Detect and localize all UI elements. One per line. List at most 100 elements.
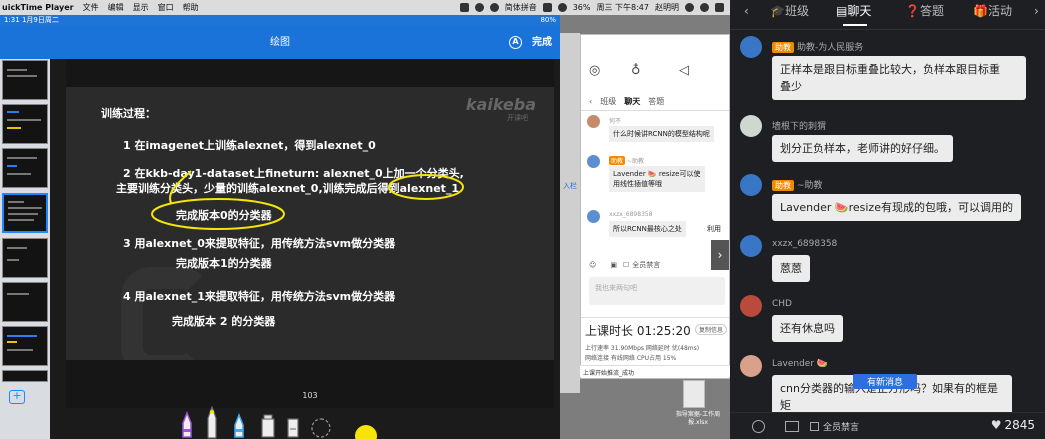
menu-help[interactable]: 帮助 (183, 0, 199, 15)
chat-message-author: xxzx_6898358 (772, 239, 838, 249)
siri-icon[interactable] (700, 3, 709, 12)
menu-window[interactable]: 窗口 (158, 0, 174, 15)
wifi-icon[interactable] (489, 3, 499, 12)
panel-tab-class[interactable]: 班级 (600, 96, 616, 107)
panel-message-author: ~助教 (627, 158, 645, 165)
slide-thumbnail-active[interactable] (2, 193, 48, 233)
panel-tab-chat[interactable]: 聊天 (624, 96, 640, 107)
panel-message-text: 什么时候讲RCNN的模型结构呢 (609, 126, 714, 142)
class-duration: 上课时长 01:25:20 (585, 324, 691, 338)
emoji-icon[interactable] (752, 420, 765, 433)
chat-message-author: 助教-为人民服务 (797, 43, 864, 53)
slide-thumbnail[interactable] (2, 370, 48, 382)
text-tool-button[interactable]: A (509, 36, 522, 49)
chat-input-bar: 全员禁言 ♥ 2845 (730, 412, 1045, 439)
avatar (740, 235, 762, 257)
input-method[interactable]: 简体拼音 (505, 0, 537, 15)
slide-thumbnail[interactable] (2, 326, 48, 366)
tab-activity[interactable]: 🎁活动 (973, 0, 1012, 22)
tab-quiz[interactable]: ❓答题 (905, 0, 944, 22)
bluetooth-icon[interactable] (474, 3, 484, 12)
mute-all-label: 全员禁言 (823, 423, 860, 433)
panel-chat-message: 何不 什么时候讲RCNN的模型结构呢 (585, 115, 727, 145)
app-status-icon[interactable] (459, 3, 469, 12)
tab-chat[interactable]: ▤聊天 (836, 0, 871, 22)
menubar-status-area: 简体拼音 36% 周三 下午8:47 赵明明 (459, 0, 730, 15)
chat-message-author: 墙根下的刺猬 (772, 122, 827, 132)
app-name[interactable]: uickTime Player (0, 0, 74, 15)
camera-icon[interactable]: ◎ (589, 63, 600, 78)
image-icon[interactable]: ▣ (610, 261, 617, 269)
panel-tabs: ‹ 班级 聊天 答题 (581, 93, 729, 111)
panel-back-icon[interactable]: ‹ (589, 97, 592, 106)
speaker-icon[interactable]: ◁ (679, 63, 689, 78)
lasso-tool-icon[interactable] (286, 415, 300, 439)
desktop-file-label[interactable]: 指导案据-工作周报.xlsx (668, 411, 728, 427)
battery-percent[interactable]: 36% (573, 0, 591, 15)
display-icon[interactable] (542, 3, 552, 12)
panel-message-author: xxzx_6898358 (609, 211, 653, 218)
image-icon[interactable] (785, 421, 799, 432)
notification-center-icon[interactable] (715, 3, 724, 12)
stats-row-1: 上行速率 31.90Mbps 网络延时 优(48ms) (585, 345, 700, 352)
avatar (740, 36, 762, 58)
like-count: 2845 (1004, 418, 1035, 432)
slide-step-4: 4 用alexnet_1来提取特征，用传统方法svm做分类器 (123, 290, 396, 303)
done-button[interactable]: 完成 (532, 26, 552, 59)
chat-message-author: CHD (772, 299, 792, 309)
marker-tool-icon[interactable] (232, 411, 246, 439)
chat-icon: ▤ (836, 4, 848, 18)
slide-heading: 训练过程： (101, 107, 156, 120)
chat-message-author: Lavender 🍉 (772, 359, 829, 369)
excel-file-icon[interactable] (683, 380, 705, 408)
microphone-icon[interactable]: ♁ (631, 63, 641, 78)
panel-message-text: 所以RCNN最核心之处 (609, 221, 686, 237)
kaikeba-logo-subtitle: 开课吧 (507, 114, 528, 122)
chat-forward-icon[interactable]: › (1034, 0, 1039, 22)
copy-info-button[interactable]: 复制信息 (694, 324, 727, 335)
mute-checkbox[interactable]: ☐ (623, 261, 629, 269)
chat-back-icon[interactable]: ‹ (744, 0, 749, 22)
eraser-tool-icon[interactable] (260, 413, 276, 439)
avatar (740, 115, 762, 137)
menu-file[interactable]: 文件 (83, 0, 99, 15)
tab-class[interactable]: 🎓班级 (770, 0, 809, 22)
add-slide-button[interactable]: + (9, 390, 25, 404)
slide-thumbnail[interactable] (2, 104, 48, 144)
gift-icon: 🎁 (973, 4, 988, 18)
slide-thumbnail[interactable] (2, 238, 48, 278)
drawing-title: 绘图 (270, 37, 290, 48)
new-messages-button[interactable]: 有新消息 (853, 374, 918, 389)
slide-thumbnail[interactable] (2, 60, 48, 100)
search-icon[interactable] (685, 3, 694, 12)
active-tab-indicator (843, 24, 867, 26)
slide-thumbnail-strip[interactable]: + (0, 59, 50, 439)
slide-page-number: 103 (302, 391, 318, 400)
user-name[interactable]: 赵明明 (655, 0, 679, 15)
panel-message-text: 利用 (707, 225, 721, 233)
mute-all-checkbox[interactable] (810, 422, 819, 431)
presentation-slide[interactable]: kaikeba 开课吧 训练过程： 1 在imagenet上训练alexnet，… (66, 59, 554, 408)
assistant-badge: 助教 (772, 180, 794, 191)
clock[interactable]: 周三 下午8:47 (596, 0, 649, 15)
panel-tab-quiz[interactable]: 答题 (648, 96, 664, 107)
chat-tabs: ‹ 🎓班级 ▤聊天 ❓答题 🎁活动 › (730, 0, 1045, 30)
stream-stats: 上课时长 01:25:20 复制信息 上行速率 31.90Mbps 网络延时 优… (581, 317, 729, 367)
avatar (740, 355, 762, 377)
slide-step-3-result: 完成版本1的分类器 (176, 257, 272, 270)
kaikeba-logo: kaikeba (465, 95, 536, 114)
slide-thumbnail[interactable] (2, 282, 48, 322)
panel-input-tools: ☺ ▣ ☐ 全员禁言 (589, 260, 723, 270)
menu-edit[interactable]: 编辑 (108, 0, 124, 15)
menu-view[interactable]: 显示 (133, 0, 149, 15)
slide-thumbnail[interactable] (2, 148, 48, 188)
volume-icon[interactable] (557, 3, 567, 12)
ipad-battery: 80% (540, 16, 556, 24)
pen-tool-icon[interactable] (180, 411, 194, 439)
ruler-tool-icon[interactable] (310, 415, 332, 439)
panel-chat-input[interactable]: 我也来两句吧 (589, 277, 725, 305)
pencil-tool-icon[interactable] (204, 406, 220, 439)
slide-step-4-result: 完成版本 2 的分类器 (172, 315, 276, 328)
like-counter[interactable]: ♥ 2845 (991, 418, 1035, 432)
emoji-icon[interactable]: ☺ (589, 261, 596, 269)
